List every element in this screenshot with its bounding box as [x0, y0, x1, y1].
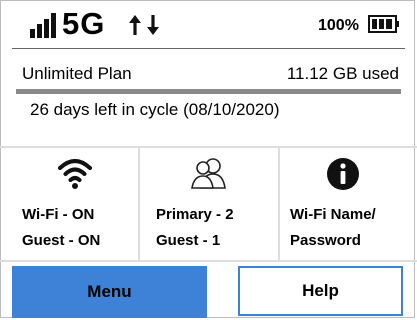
- cycle-info: 26 days left in cycle (08/10/2020): [30, 100, 280, 119]
- password-label: Password: [290, 232, 361, 249]
- wifi-status: Wi-Fi - ON: [22, 206, 95, 223]
- wifi-password-tile[interactable]: Wi-Fi Name/ Password: [280, 148, 405, 260]
- network-type: 5G: [62, 6, 106, 41]
- wifi-tile[interactable]: Wi-Fi - ON Guest - ON: [12, 148, 138, 260]
- plan-name: Unlimited Plan: [22, 64, 132, 83]
- signal-icon: [30, 12, 60, 38]
- help-button[interactable]: Help: [238, 266, 403, 316]
- usage-bar-fill: [16, 89, 401, 94]
- data-used: 11.12 GB used: [286, 64, 399, 83]
- status-bar: 5G 100%: [0, 0, 417, 48]
- users-icon: [191, 158, 226, 189]
- info-icon: [326, 158, 359, 190]
- guest-wifi-status: Guest - ON: [22, 232, 101, 249]
- wifi-name-label: Wi-Fi Name/: [290, 206, 376, 223]
- battery-percentage: 100%: [318, 17, 359, 34]
- menu-button[interactable]: Menu: [12, 266, 207, 318]
- battery-icon: [368, 15, 399, 33]
- status-tiles: Wi-Fi - ON Guest - ON Primary - 2 Guest …: [0, 146, 417, 262]
- wifi-icon: [58, 159, 92, 189]
- updown-arrows-icon: [129, 15, 159, 35]
- usage-bar: [16, 89, 401, 94]
- guest-devices: Guest - 1: [156, 232, 221, 249]
- connected-devices-tile[interactable]: Primary - 2 Guest - 1: [138, 148, 280, 260]
- primary-devices: Primary - 2: [156, 206, 234, 223]
